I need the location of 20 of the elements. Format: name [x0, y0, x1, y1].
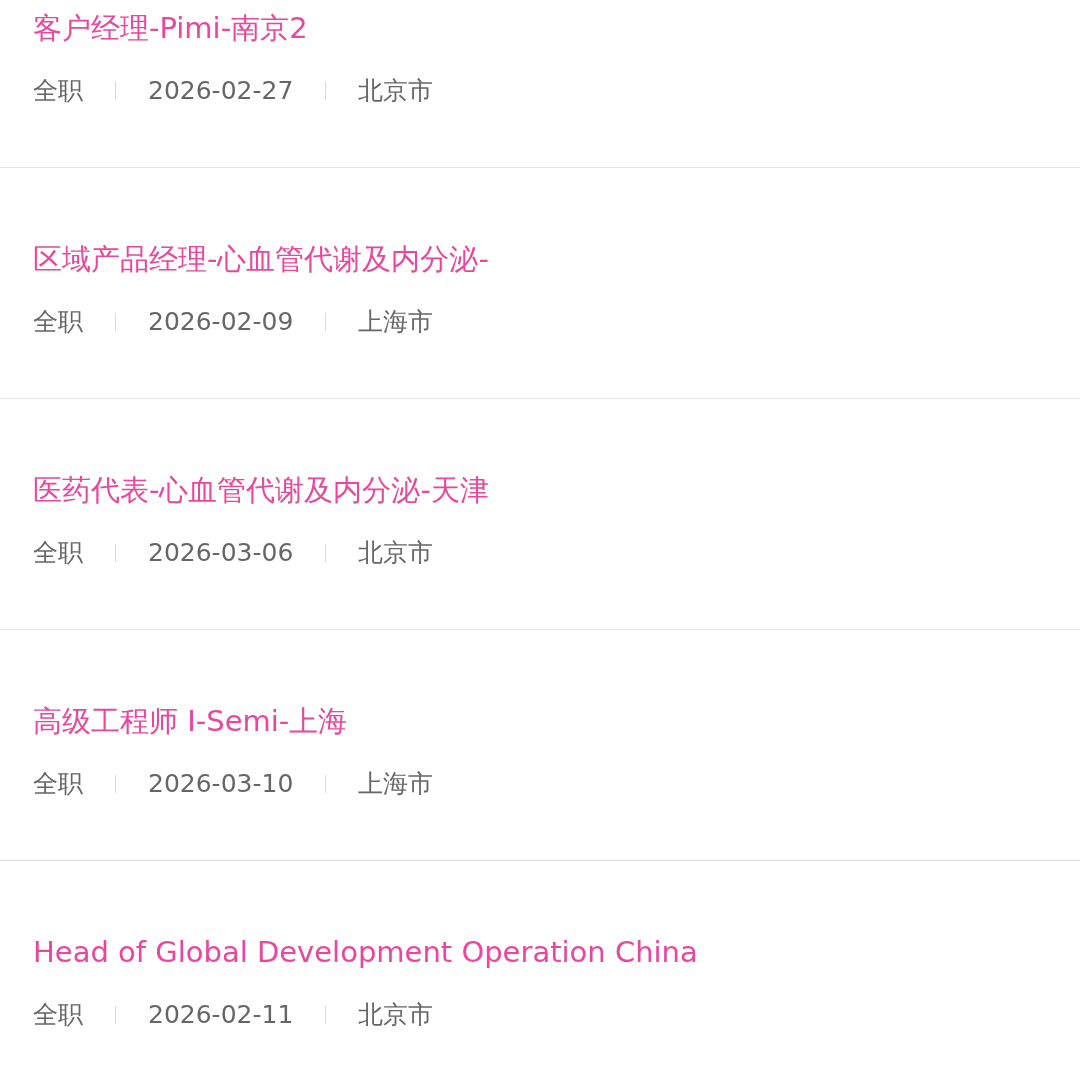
post-date: 2026-02-27 — [148, 75, 294, 107]
job-title-link[interactable]: 客户经理-Pimi-南京2 — [33, 8, 308, 48]
job-title-link[interactable]: Head of Global Development Operation China — [33, 932, 698, 972]
job-type: 全职 — [33, 537, 83, 569]
job-type: 全职 — [33, 75, 83, 107]
job-city: 北京市 — [358, 75, 434, 107]
post-date: 2026-02-09 — [148, 306, 294, 338]
job-city: 上海市 — [358, 306, 434, 338]
post-date: 2026-02-11 — [148, 999, 294, 1031]
job-city: 北京市 — [358, 537, 434, 569]
job-city: 北京市 — [358, 999, 434, 1031]
job-type: 全职 — [33, 306, 83, 338]
job-type: 全职 — [33, 999, 83, 1031]
job-city: 上海市 — [358, 768, 434, 800]
job-title-link[interactable]: 高级工程师 I-Semi-上海 — [33, 701, 348, 741]
job-title-link[interactable]: 区域产品经理-心血管代谢及内分泌- — [33, 239, 489, 279]
job-title-link[interactable]: 医药代表-心血管代谢及内分泌-天津 — [33, 470, 489, 510]
post-date: 2026-03-10 — [148, 768, 294, 800]
post-date: 2026-03-06 — [148, 537, 294, 569]
job-type: 全职 — [33, 768, 83, 800]
